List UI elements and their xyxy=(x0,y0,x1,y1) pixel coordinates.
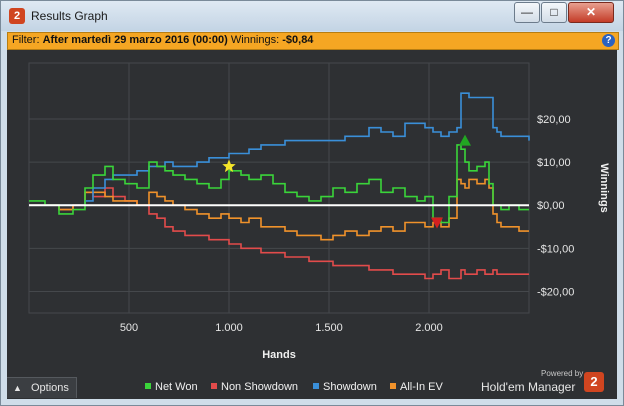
legend-item-all-in-ev: All-In EV xyxy=(390,381,443,393)
filter-value: After martedì 29 marzo 2016 (00:00) xyxy=(42,34,228,46)
legend-swatch xyxy=(211,383,217,389)
minimize-button[interactable]: — xyxy=(514,2,540,23)
legend-swatch xyxy=(313,383,319,389)
filter-prefix: Filter: xyxy=(12,34,40,46)
filter-bar[interactable]: Filter: After martedì 29 marzo 2016 (00:… xyxy=(7,32,619,50)
legend-label: Showdown xyxy=(323,381,377,393)
y-tick-label: $0,00 xyxy=(537,200,565,212)
legend-label: All-In EV xyxy=(400,381,443,393)
app-logo-icon: 2 xyxy=(9,8,25,24)
options-button[interactable]: ▲ Options xyxy=(7,377,77,398)
results-graph-window: 2 Results Graph — □ ✕ Filter: After mart… xyxy=(0,0,624,406)
y-axis-label: Winnings xyxy=(598,163,610,212)
close-button[interactable]: ✕ xyxy=(568,2,614,23)
legend-item-non-showdown: Non Showdown xyxy=(211,381,298,393)
legend-swatch xyxy=(390,383,396,389)
legend-label: Non Showdown xyxy=(221,381,299,393)
powered-by-text: Powered by xyxy=(541,369,584,378)
window-title: Results Graph xyxy=(31,9,108,23)
x-axis-label: Hands xyxy=(262,349,296,361)
legend-swatch xyxy=(145,383,151,389)
y-tick-label: -$10,00 xyxy=(537,243,574,255)
chevron-up-icon: ▲ xyxy=(13,383,22,393)
x-tick-label: 1.000 xyxy=(215,322,243,334)
chart-panel: 500 1.000 1.500 2.000 $20,00 $10,00 $0,00 -$10,… xyxy=(7,50,617,399)
options-label: Options xyxy=(31,382,69,394)
x-tick-label: 2.000 xyxy=(415,322,443,334)
legend-item-net-won: Net Won xyxy=(145,381,198,393)
y-tick-label: $20,00 xyxy=(537,114,571,126)
brand-name: Hold'em Manager xyxy=(481,380,576,394)
winnings-value: -$0,84 xyxy=(282,34,314,46)
help-icon[interactable]: ? xyxy=(602,34,615,47)
title-bar[interactable]: 2 Results Graph — □ ✕ xyxy=(1,1,623,31)
winnings-label: Winnings: xyxy=(230,34,280,46)
legend-item-showdown: Showdown xyxy=(313,381,377,393)
y-tick-label: -$20,00 xyxy=(537,286,574,298)
brand-logo-icon: 2 xyxy=(584,372,604,392)
y-tick-label: $10,00 xyxy=(537,157,571,169)
maximize-button[interactable]: □ xyxy=(541,2,567,23)
filter-text: Filter: After martedì 29 marzo 2016 (00:… xyxy=(12,34,313,46)
x-tick-label: 500 xyxy=(120,322,138,334)
results-chart: 500 1.000 1.500 2.000 $20,00 $10,00 $0,00 -$10,… xyxy=(28,62,610,361)
legend-label: Net Won xyxy=(155,381,198,393)
x-tick-label: 1.500 xyxy=(315,322,343,334)
